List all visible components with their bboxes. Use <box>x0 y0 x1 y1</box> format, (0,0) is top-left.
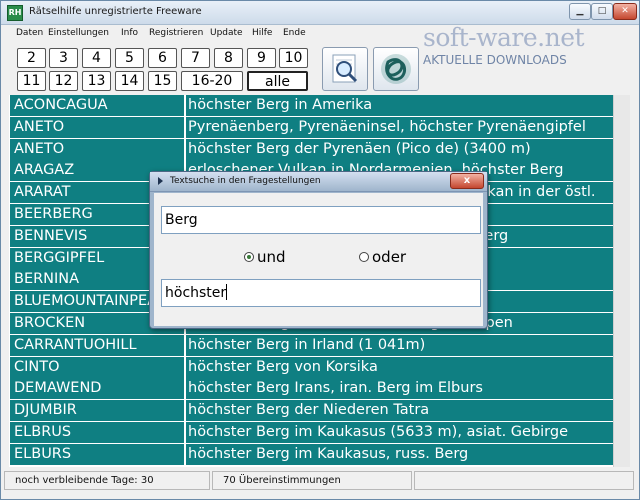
row-definition[interactable]: höchster Berg der Niederen Tatra <box>186 400 613 422</box>
row-definition[interactable]: höchster Berg Irans, iran. Berg im Elbur… <box>186 378 613 400</box>
length-button-5[interactable]: 5 <box>115 48 144 68</box>
row-term[interactable]: ACONCAGUA <box>10 95 184 116</box>
dialog-close-button[interactable]: x <box>450 173 484 189</box>
row-term[interactable]: ELBRUS <box>10 422 184 443</box>
row-term[interactable]: CARRANTUOHILL <box>10 334 184 356</box>
table-row[interactable]: ELBURS höchster Berg im Kaukasus, russ. B… <box>9 443 613 466</box>
knot-tool-button[interactable] <box>373 47 419 91</box>
menu-bar: Daten Einstellungen Info Registrieren Up… <box>2 26 422 42</box>
length-button-4[interactable]: 4 <box>82 48 111 68</box>
row-definition[interactable]: höchster Berg in Irland (1 041m) <box>186 334 613 356</box>
length-button-6[interactable]: 6 <box>148 48 177 68</box>
status-matches: 70 Übereinstimmungen <box>212 471 412 490</box>
radio-oder-indicator <box>359 252 369 262</box>
table-row[interactable]: ANETO Pyrenäenberg, Pyrenäeninsel, höchst… <box>9 116 613 139</box>
table-row[interactable]: DEMAWEND höchster Berg Irans, iran. Berg … <box>9 378 613 400</box>
menu-einstellungen[interactable]: Einstellungen <box>48 28 109 38</box>
row-term[interactable]: DEMAWEND <box>10 378 184 400</box>
close-button[interactable]: ✕ <box>613 3 637 20</box>
menu-ende[interactable]: Ende <box>283 28 306 38</box>
length-button-11[interactable]: 11 <box>17 71 46 91</box>
row-term[interactable]: ELBURS <box>10 443 184 465</box>
length-button-10[interactable]: 10 <box>279 48 308 68</box>
radio-und-label: und <box>257 248 286 266</box>
table-row[interactable]: ELBRUS höchster Berg im Kaukasus (5633 m)… <box>9 422 613 444</box>
menu-info[interactable]: Info <box>121 28 138 38</box>
menu-registrieren[interactable]: Registrieren <box>149 28 203 38</box>
length-button-12[interactable]: 12 <box>49 71 78 91</box>
title-bar[interactable]: RH Rätselhilfe unregistrierte Freeware ▁… <box>1 1 639 25</box>
row-definition[interactable]: höchster Berg im Kaukasus, russ. Berg <box>186 443 613 465</box>
row-definition[interactable]: höchster Berg der Pyrenäen (Pico de) (34… <box>186 138 613 160</box>
row-term[interactable]: ANETO <box>10 116 184 138</box>
dialog-title-bar[interactable]: Textsuche in den Fragestellungen x <box>150 172 487 192</box>
table-row[interactable]: CINTO höchster Berg von Korsika <box>9 356 613 379</box>
radio-und[interactable]: und <box>244 248 286 266</box>
table-row[interactable]: ANETO höchster Berg der Pyrenäen (Pico de… <box>9 138 613 161</box>
row-definition[interactable]: höchster Berg von Korsika <box>186 356 613 378</box>
search-tool-button[interactable] <box>322 47 368 91</box>
length-button-14[interactable]: 14 <box>115 71 144 91</box>
length-button-9[interactable]: 9 <box>247 48 276 68</box>
search-term-field-1[interactable]: Berg <box>161 206 481 234</box>
table-row[interactable]: DJUMBIR höchster Berg der Niederen Tatra <box>9 400 613 422</box>
dialog-arrow-icon <box>158 177 163 185</box>
dialog-title: Textsuche in den Fragestellungen <box>170 176 321 186</box>
table-row[interactable]: ACONCAGUA höchster Berg in Amerika <box>9 95 613 117</box>
length-button-7[interactable]: 7 <box>181 48 210 68</box>
length-button-3[interactable]: 3 <box>49 48 78 68</box>
text-cursor <box>226 284 228 300</box>
watermark-name: soft-ware.net <box>423 23 585 52</box>
knot-icon <box>381 54 411 84</box>
menu-hilfe[interactable]: Hilfe <box>252 28 272 38</box>
length-button-2[interactable]: 2 <box>17 48 46 68</box>
maximize-button[interactable]: □ <box>591 3 613 20</box>
row-term[interactable]: CINTO <box>10 356 184 378</box>
window-title: Rätselhilfe unregistrierte Freeware <box>29 6 202 17</box>
length-button-8[interactable]: 8 <box>214 48 243 68</box>
search-term-field-2-value: höchster <box>165 285 227 301</box>
search-dialog: Textsuche in den Fragestellungen x Berg … <box>149 171 488 329</box>
radio-oder-label: oder <box>372 248 407 266</box>
length-button-alle[interactable]: alle <box>247 71 308 91</box>
menu-update[interactable]: Update <box>210 28 243 38</box>
row-term[interactable]: ANETO <box>10 138 184 160</box>
app-window: RH Rätselhilfe unregistrierte Freeware ▁… <box>0 0 640 500</box>
dialog-body: Berg und oder höchster <box>154 193 483 326</box>
length-button-16-20[interactable]: 16-20 <box>181 71 243 91</box>
row-definition[interactable]: Pyrenäenberg, Pyrenäeninsel, höchster Py… <box>186 116 613 138</box>
table-row[interactable]: CARRANTUOHILL höchster Berg in Irland (1 … <box>9 334 613 357</box>
length-button-15[interactable]: 15 <box>148 71 177 91</box>
status-empty <box>414 471 634 490</box>
magnifier-icon <box>332 54 358 83</box>
row-definition[interactable]: höchster Berg im Kaukasus (5633 m), asia… <box>186 422 613 443</box>
watermark-logo: soft-ware.net AKTUELLE DOWNLOADS <box>421 23 639 71</box>
radio-und-indicator <box>244 252 254 262</box>
length-button-13[interactable]: 13 <box>82 71 111 91</box>
watermark-tagline: AKTUELLE DOWNLOADS <box>423 53 567 67</box>
row-definition[interactable]: höchster Berg in Amerika <box>186 95 613 116</box>
app-icon: RH <box>7 5 23 21</box>
status-bar: noch verbleibende Tage: 30 70 Übereinsti… <box>2 471 638 491</box>
search-term-field-2[interactable]: höchster <box>161 279 481 307</box>
list-scrollbar[interactable] <box>613 95 630 467</box>
row-term[interactable]: DJUMBIR <box>10 400 184 422</box>
status-days-left: noch verbleibende Tage: 30 <box>4 471 210 490</box>
minimize-button[interactable]: ▁ <box>569 3 591 20</box>
radio-oder[interactable]: oder <box>359 248 406 266</box>
menu-daten[interactable]: Daten <box>16 28 43 38</box>
